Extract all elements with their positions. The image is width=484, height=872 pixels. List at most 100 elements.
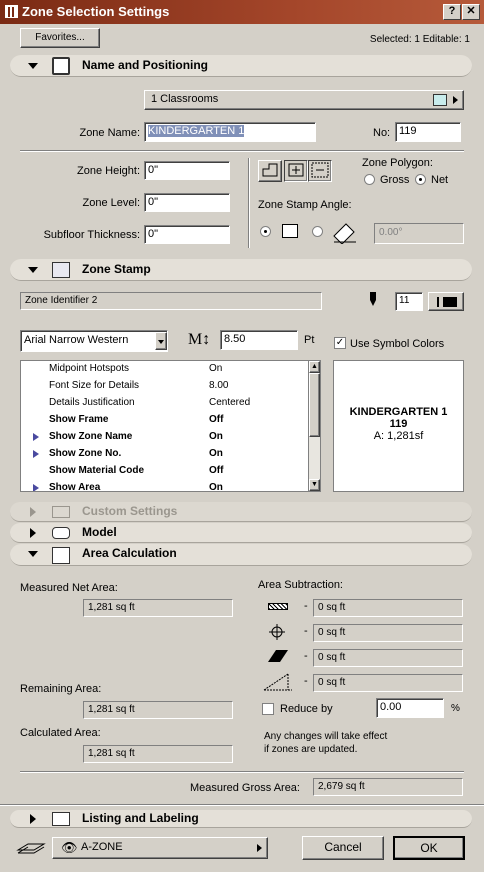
expand-arrow-icon[interactable]: [30, 507, 36, 517]
param-name: Midpoint Hotspots: [49, 363, 130, 374]
subfloor-thickness-input[interactable]: 0": [144, 225, 230, 244]
angle-horizontal-radio[interactable]: [260, 226, 271, 237]
section-listing-labeling[interactable]: Listing and Labeling: [10, 810, 472, 828]
use-symbol-colors-label: Use Symbol Colors: [350, 338, 445, 350]
preview-zone-area: A: 1,281sf: [373, 430, 424, 442]
pen-style-button[interactable]: [428, 292, 464, 311]
section-custom-settings[interactable]: Custom Settings: [10, 502, 472, 522]
list-item[interactable]: Show Zone Name On: [21, 429, 311, 446]
section-title: Area Calculation: [82, 546, 177, 560]
section-model[interactable]: Model: [10, 523, 472, 543]
param-name: Show Zone No.: [49, 448, 122, 459]
font-size-input[interactable]: 8.50: [220, 330, 298, 350]
list-item[interactable]: Show Area On: [21, 480, 311, 492]
scroll-thumb[interactable]: [309, 373, 320, 437]
chevron-down-icon: [158, 340, 164, 344]
param-value: Off: [209, 414, 224, 425]
reduce-by-label: Reduce by: [280, 703, 333, 715]
angle-custom-radio[interactable]: [312, 226, 323, 237]
expand-arrow-icon[interactable]: [33, 450, 39, 458]
stamp-rotated-icon: [333, 223, 356, 244]
close-button[interactable]: ✕: [462, 4, 480, 20]
slab-hatch-icon: [268, 650, 288, 662]
layer-select[interactable]: 👁 A-ZONE: [52, 837, 268, 859]
window-title: Zone Selection Settings: [22, 4, 170, 19]
ok-button[interactable]: OK: [393, 836, 465, 860]
preview-zone-name: KINDERGARTEN 1: [349, 406, 448, 418]
param-name: Details Justification: [49, 397, 135, 408]
gross-label: Gross: [380, 174, 410, 186]
list-item[interactable]: Show Zone No. On: [21, 446, 311, 463]
help-button[interactable]: ?: [443, 4, 461, 20]
zone-category-select[interactable]: 1 Classrooms: [144, 90, 464, 110]
stamp-angle-input[interactable]: 0.00°: [374, 223, 464, 244]
zone-polygon-label: Zone Polygon:: [362, 157, 433, 169]
layer-value: A-ZONE: [81, 841, 123, 853]
collapse-arrow-icon[interactable]: [28, 267, 38, 273]
list-item[interactable]: Show Frame Off: [21, 412, 311, 429]
section-title: Custom Settings: [82, 504, 178, 518]
use-symbol-colors-checkbox[interactable]: ✓: [334, 337, 346, 349]
polygon-net-button[interactable]: [308, 160, 332, 182]
scroll-up-button[interactable]: ▲: [309, 361, 320, 373]
cancel-button[interactable]: Cancel: [302, 836, 384, 860]
param-value: Off: [209, 465, 224, 476]
zone-name-label: Zone Name:: [79, 127, 140, 139]
subtraction-value-4: 0 sq ft: [313, 674, 463, 692]
param-value: On: [209, 482, 223, 492]
collapse-arrow-icon[interactable]: [28, 551, 38, 557]
stamp-angle-label: Zone Stamp Angle:: [258, 199, 352, 211]
pen-number-input[interactable]: 11: [395, 292, 423, 311]
stamp-parameters-list[interactable]: Midpoint Hotspots On Font Size for Detail…: [20, 360, 321, 492]
reduce-by-input[interactable]: 0.00: [376, 698, 444, 718]
list-item[interactable]: Midpoint Hotspots On: [21, 361, 311, 378]
zone-height-input[interactable]: 0": [144, 161, 230, 180]
expand-arrow-icon[interactable]: [33, 484, 39, 491]
roof-slope-icon: [263, 673, 292, 691]
param-value: On: [209, 431, 223, 442]
list-item[interactable]: Details Justification Centered: [21, 395, 311, 412]
column-target-icon: [269, 624, 285, 640]
subtraction-value-3: 0 sq ft: [313, 649, 463, 667]
list-item[interactable]: Font Size for Details 8.00: [21, 378, 311, 395]
param-name: Show Area: [49, 482, 101, 492]
pen-line-icon: [437, 297, 439, 307]
zone-level-label: Zone Level:: [82, 197, 140, 209]
net-radio[interactable]: [415, 174, 426, 185]
section-zone-stamp[interactable]: Zone Stamp: [10, 259, 472, 281]
expand-arrow-icon[interactable]: [30, 814, 36, 824]
reduce-by-checkbox[interactable]: [262, 703, 274, 715]
expand-arrow-icon[interactable]: [33, 433, 39, 441]
font-size-icon: M↕: [188, 331, 211, 348]
remaining-area-value: 1,281 sq ft: [83, 701, 233, 719]
zone-name-input[interactable]: KINDERGARTEN 1: [144, 122, 316, 142]
polygon-shape-button[interactable]: [258, 160, 282, 182]
list-scrollbar[interactable]: ▲ ▼: [308, 361, 320, 491]
calculated-area-value: 1,281 sq ft: [83, 745, 233, 763]
selection-status: Selected: 1 Editable: 1: [369, 34, 470, 45]
section-title: Model: [82, 525, 117, 539]
scroll-down-button[interactable]: ▼: [309, 479, 320, 491]
font-value: Arial Narrow Western: [24, 334, 129, 346]
reduce-by-unit: %: [451, 703, 460, 714]
zone-no-input[interactable]: 119: [395, 122, 461, 142]
measured-gross-area-label: Measured Gross Area:: [189, 782, 300, 794]
section-area-calculation[interactable]: Area Calculation: [10, 544, 472, 566]
zone-identifier-field[interactable]: Zone Identifier 2: [20, 292, 322, 310]
area-calculation-icon: [52, 547, 70, 564]
favorites-button[interactable]: Favorites...: [20, 28, 100, 48]
zone-level-input[interactable]: 0": [144, 193, 230, 212]
polygon-gross-button[interactable]: [284, 160, 308, 182]
font-select[interactable]: Arial Narrow Western: [20, 330, 168, 352]
list-item[interactable]: Show Material Code Off: [21, 463, 311, 480]
param-name: Show Material Code: [49, 465, 145, 476]
gross-radio[interactable]: [364, 174, 375, 185]
section-name-positioning[interactable]: Name and Positioning: [10, 55, 472, 77]
dropdown-button[interactable]: [155, 332, 167, 350]
collapse-arrow-icon[interactable]: [28, 63, 38, 69]
zone-no-label: No:: [373, 127, 391, 139]
param-name: Show Frame: [49, 414, 109, 425]
title-bar: Zone Selection Settings ? ✕: [0, 0, 484, 24]
expand-arrow-icon[interactable]: [30, 528, 36, 538]
app-icon: [5, 5, 18, 18]
